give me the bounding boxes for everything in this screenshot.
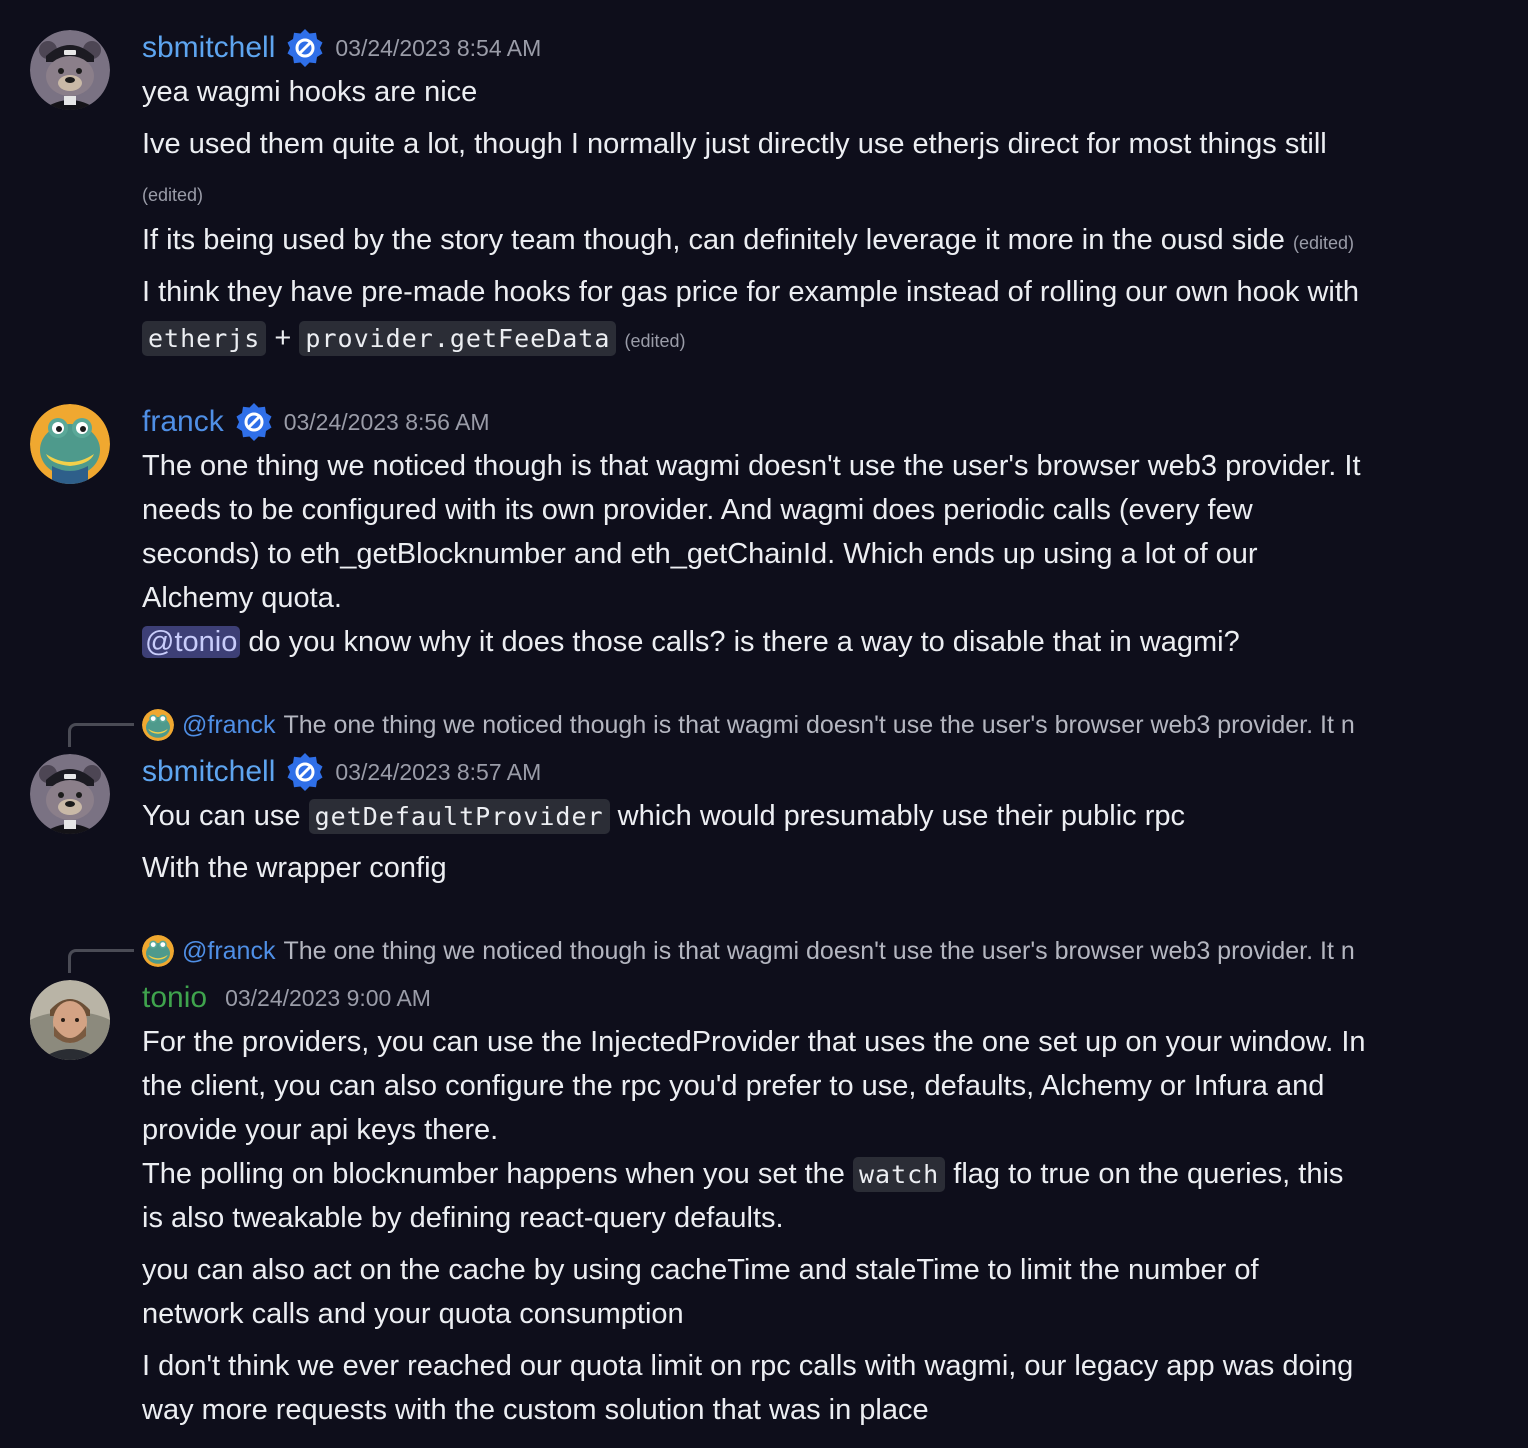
author-name[interactable]: sbmitchell — [142, 755, 275, 789]
message-list: sbmitchell 03/24/2023 8:54 AM yea wagmi … — [0, 0, 1528, 1448]
message-text: (edited) — [142, 170, 203, 217]
message-text: You can use getDefaultProvider which wou… — [142, 794, 1185, 839]
edited-label: (edited) — [142, 185, 204, 205]
frog-avatar[interactable] — [142, 709, 174, 741]
message-text: For the providers, you can use the Injec… — [142, 1026, 1366, 1058]
frog-avatar[interactable] — [142, 935, 174, 967]
message-text-span: The polling on blocknumber happens when … — [142, 1158, 853, 1190]
verified-badge-icon[interactable] — [285, 28, 325, 68]
message-timestamp[interactable]: 03/24/2023 8:54 AM — [335, 35, 541, 62]
message-text: network calls and your quota consumption — [142, 1298, 684, 1330]
verified-badge-icon[interactable] — [234, 402, 274, 442]
message-text-span: which would presumably use their public … — [609, 800, 1186, 832]
message-text: I think they have pre-made hooks for gas… — [142, 276, 1360, 308]
message-text: yea wagmi hooks are nice — [142, 76, 478, 108]
reply-author[interactable]: @franck — [182, 711, 275, 740]
message-text: seconds) to eth_getBlocknumber and eth_g… — [142, 538, 1258, 570]
reply-spine — [68, 723, 134, 747]
message-text: The one thing we noticed though is that … — [142, 450, 1361, 482]
message-text: is also tweakable by defining react-quer… — [142, 1202, 784, 1234]
reply-preview[interactable]: @franck The one thing we noticed though … — [142, 708, 1442, 742]
message-header: tonio 03/24/2023 9:00 AM — [142, 978, 431, 1018]
message-timestamp[interactable]: 03/24/2023 8:57 AM — [335, 759, 541, 786]
verified-badge-icon[interactable] — [285, 752, 325, 792]
author-name[interactable]: franck — [142, 405, 224, 439]
person-avatar[interactable] — [30, 980, 110, 1060]
message-text: With the wrapper config — [142, 852, 447, 884]
reply-preview-text[interactable]: The one thing we noticed though is that … — [283, 711, 1354, 740]
message-text: Alchemy quota. — [142, 582, 342, 614]
user-mention[interactable]: @tonio — [142, 626, 241, 658]
message-text: etherjs + provider.getFeeData (edited) — [142, 316, 686, 363]
message-text: @tonio do you know why it does those cal… — [142, 620, 1240, 664]
bear-avatar[interactable] — [30, 754, 110, 834]
message-text-span: + — [274, 322, 292, 354]
message-text: way more requests with the custom soluti… — [142, 1394, 929, 1426]
frog-avatar[interactable] — [30, 404, 110, 484]
message-header: franck 03/24/2023 8:56 AM — [142, 402, 490, 442]
message-text: Ive used them quite a lot, though I norm… — [142, 128, 1327, 160]
author-name[interactable]: sbmitchell — [142, 31, 275, 65]
message-text-span: flag to true on the queries, this — [945, 1158, 1344, 1190]
inline-code: watch — [852, 1157, 946, 1192]
reply-preview[interactable]: @franck The one thing we noticed though … — [142, 934, 1442, 968]
message-text: provide your api keys there. — [142, 1114, 499, 1146]
message-text: The polling on blocknumber happens when … — [142, 1152, 1343, 1197]
message-text-span: do you know why it does those calls? is … — [240, 626, 1240, 658]
message-timestamp[interactable]: 03/24/2023 9:00 AM — [225, 985, 431, 1012]
message-text-span: If its being used by the story team thou… — [142, 224, 1285, 256]
message-text: the client, you can also configure the r… — [142, 1070, 1325, 1102]
reply-spine — [68, 949, 134, 973]
bear-avatar[interactable] — [30, 30, 110, 110]
message-text: needs to be configured with its own prov… — [142, 494, 1253, 526]
inline-code: getDefaultProvider — [308, 799, 610, 834]
inline-code: etherjs — [142, 321, 267, 356]
inline-code: provider.getFeeData — [299, 321, 617, 356]
message-header: sbmitchell 03/24/2023 8:54 AM — [142, 28, 541, 68]
edited-label: (edited) — [624, 331, 686, 351]
edited-label: (edited) — [1293, 233, 1355, 253]
message-timestamp[interactable]: 03/24/2023 8:56 AM — [284, 409, 490, 436]
reply-author[interactable]: @franck — [182, 937, 275, 966]
author-name[interactable]: tonio — [142, 981, 207, 1015]
message-text: you can also act on the cache by using c… — [142, 1254, 1259, 1286]
message-text: If its being used by the story team thou… — [142, 218, 1354, 265]
message-text: I don't think we ever reached our quota … — [142, 1350, 1354, 1382]
message-header: sbmitchell 03/24/2023 8:57 AM — [142, 752, 541, 792]
message-text-span: You can use — [142, 800, 309, 832]
reply-preview-text[interactable]: The one thing we noticed though is that … — [283, 937, 1354, 966]
